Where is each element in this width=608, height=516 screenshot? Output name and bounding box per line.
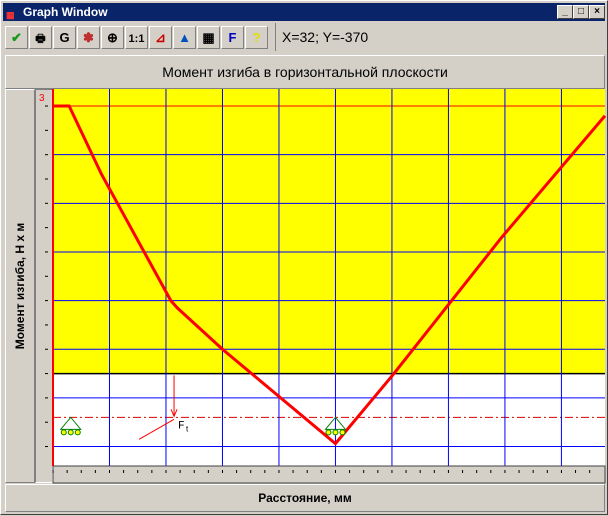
y-tick-label: 3 [39, 93, 45, 104]
support-roller [60, 429, 67, 436]
force-label: F [178, 420, 185, 432]
x-axis-ruler [52, 465, 606, 484]
graph-window: ▦ Graph Window _ □ × ✔ 🖶 G ✽ ⊕ 1:1 ⊿ ▲ ▦ F? X=32;… [0, 0, 608, 515]
plot-area[interactable]: 35701051401752102452803153Ft [1, 1, 608, 516]
positive-region [53, 89, 605, 374]
support-roller [339, 429, 346, 436]
support-roller [325, 429, 332, 436]
support-roller [332, 429, 339, 436]
support-roller [67, 429, 74, 436]
support-roller [74, 429, 81, 436]
